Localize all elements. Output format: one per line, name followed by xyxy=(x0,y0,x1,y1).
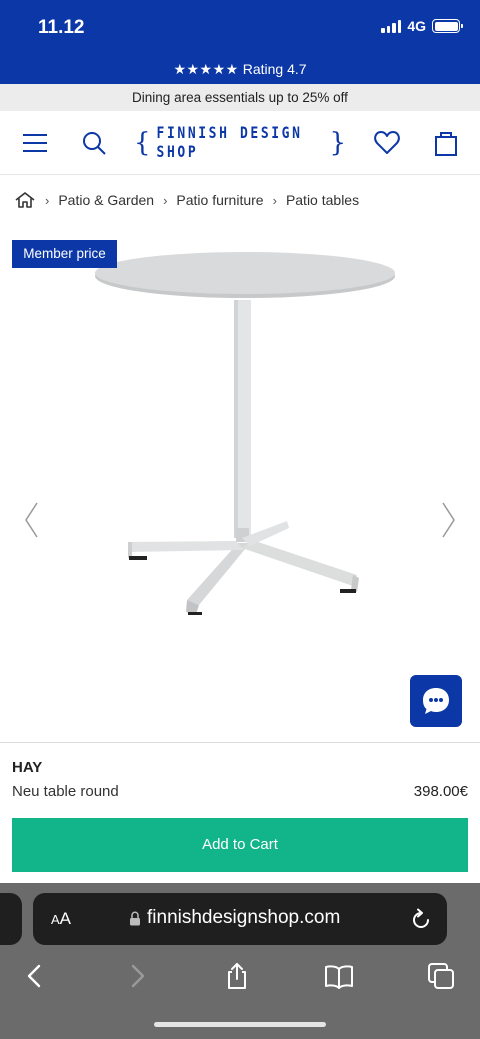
forward-icon[interactable] xyxy=(122,961,152,991)
breadcrumb: › Patio & Garden › Patio furniture › Pat… xyxy=(14,191,359,209)
aa-large: A xyxy=(59,909,72,928)
product-image[interactable] xyxy=(0,240,480,720)
menu-icon[interactable] xyxy=(21,129,49,157)
url-display[interactable]: finnishdesignshop.com xyxy=(129,907,340,929)
chat-button[interactable] xyxy=(410,675,462,727)
promo-banner[interactable]: Dining area essentials up to 25% off xyxy=(0,84,480,111)
breadcrumb-item-patio-furniture[interactable]: Patio furniture xyxy=(176,192,263,208)
url-text: finnishdesignshop.com xyxy=(147,907,341,928)
home-icon[interactable] xyxy=(14,191,36,209)
logo-brace-right: } xyxy=(329,128,346,158)
breadcrumb-item-patio-garden[interactable]: Patio & Garden xyxy=(58,192,154,208)
member-price-badge: Member price xyxy=(12,240,117,268)
chevron-right-icon[interactable] xyxy=(438,500,458,540)
breadcrumb-item-patio-tables[interactable]: Patio tables xyxy=(286,192,359,208)
previous-tab-peek[interactable] xyxy=(0,893,22,945)
breadcrumb-separator: › xyxy=(272,192,277,208)
breadcrumb-separator: › xyxy=(163,192,168,208)
search-icon[interactable] xyxy=(80,129,108,157)
product-price: 398.00€ xyxy=(413,783,468,800)
heart-icon[interactable] xyxy=(373,129,401,157)
browser-toolbar: AA finnishdesignshop.com xyxy=(0,883,480,1039)
divider xyxy=(0,742,480,743)
breadcrumb-separator: › xyxy=(45,192,50,208)
signal-icon xyxy=(381,19,402,33)
address-bar[interactable]: AA finnishdesignshop.com xyxy=(33,893,447,945)
share-icon[interactable] xyxy=(222,961,252,991)
lock-icon xyxy=(130,911,140,925)
back-icon[interactable] xyxy=(20,961,50,991)
bookmarks-icon[interactable] xyxy=(324,961,354,991)
site-rating[interactable]: ★★★★★ Rating 4.7 xyxy=(0,61,480,78)
battery-icon xyxy=(432,19,463,33)
reader-options-button[interactable]: AA xyxy=(51,909,71,929)
site-logo[interactable]: { FINNISH DESIGN SHOP } xyxy=(134,124,346,162)
tabs-icon[interactable] xyxy=(426,961,456,991)
site-header: { FINNISH DESIGN SHOP } xyxy=(0,111,480,175)
logo-text: FINNISH DESIGN SHOP xyxy=(156,124,303,162)
network-label: 4G xyxy=(407,18,426,34)
status-indicators: 4G xyxy=(381,18,463,34)
chevron-left-icon[interactable] xyxy=(22,500,42,540)
reload-icon[interactable] xyxy=(409,907,433,931)
bag-icon[interactable] xyxy=(432,129,460,157)
add-to-cart-button[interactable]: Add to Cart xyxy=(12,818,468,872)
home-indicator[interactable] xyxy=(154,1022,326,1027)
product-brand[interactable]: HAY xyxy=(12,759,42,776)
rating-label: Rating 4.7 xyxy=(242,61,307,77)
top-bar: 11.12 4G ★★★★★ Rating 4.7 xyxy=(0,0,480,84)
rating-stars: ★★★★★ xyxy=(173,61,239,77)
chat-icon xyxy=(423,688,449,714)
logo-brace-left: { xyxy=(134,128,151,158)
aa-small: A xyxy=(51,912,60,927)
product-name: Neu table round xyxy=(12,783,119,800)
status-time: 11.12 xyxy=(38,17,85,38)
